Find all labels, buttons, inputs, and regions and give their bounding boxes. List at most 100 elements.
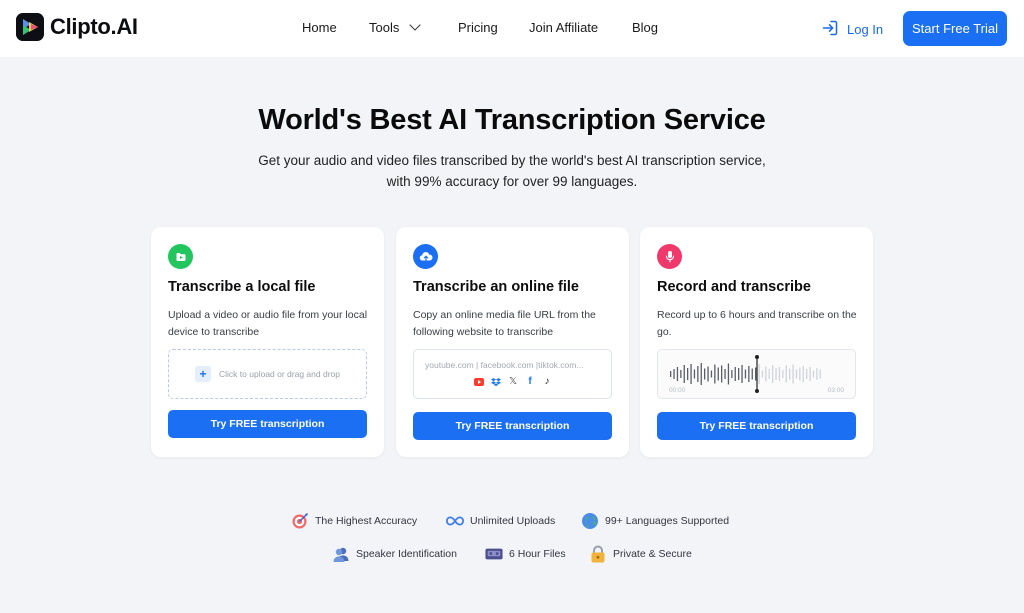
subtitle-line-2: with 99% accuracy for over 99 languages. <box>386 174 638 189</box>
file-dropzone[interactable]: + Click to upload or drag and drop <box>168 349 367 399</box>
tiktok-icon: ♪ <box>544 376 550 387</box>
waveform-bar <box>792 364 794 384</box>
waveform-bar <box>673 369 675 379</box>
waveform-bar <box>731 370 733 378</box>
nav-home[interactable]: Home <box>302 20 337 35</box>
card-online-file: Transcribe an online file Copy an online… <box>396 227 629 457</box>
subtitle-line-1: Get your audio and video files transcrib… <box>258 153 766 168</box>
speaker-icon <box>332 545 350 563</box>
waveform-bar <box>789 368 791 380</box>
waveform-bar <box>751 368 753 380</box>
waveform-bar <box>734 367 736 381</box>
cloud-upload-icon <box>413 244 438 269</box>
feature-private-secure: Private & Secure <box>589 545 692 563</box>
page-subtitle: Get your audio and video files transcrib… <box>0 150 1024 192</box>
nav-tools[interactable]: Tools <box>369 19 422 35</box>
waveform-bar <box>683 365 685 383</box>
folder-icon <box>168 244 193 269</box>
infinity-icon <box>446 512 464 530</box>
waveform-bar <box>755 367 757 381</box>
tape-icon <box>485 545 503 563</box>
card-description: Upload a video or audio file from your l… <box>168 309 368 338</box>
dropbox-icon <box>491 377 501 387</box>
try-free-transcription-button[interactable]: Try FREE transcription <box>657 412 856 440</box>
feature-label: Private & Secure <box>613 548 692 560</box>
waveform-bar <box>714 364 716 384</box>
feature-speaker-id: Speaker Identification <box>332 545 457 563</box>
feature-label: The Highest Accuracy <box>315 515 418 527</box>
time-start: 00:00 <box>669 387 686 394</box>
globe-icon <box>581 512 599 530</box>
waveform-bar <box>772 365 774 383</box>
waveform-graphic <box>670 355 821 393</box>
waveform-bar <box>765 366 767 382</box>
waveform-bar <box>812 370 815 378</box>
waveform-bar <box>806 369 808 379</box>
supported-sites: 𝕏 f ♪ <box>474 377 552 387</box>
waveform-bar <box>799 367 801 381</box>
url-input[interactable]: youtube.com | facebook.com |tiktok.com..… <box>413 349 612 399</box>
waveform-bar <box>670 371 672 377</box>
try-free-transcription-button[interactable]: Try FREE transcription <box>413 412 612 440</box>
feature-accuracy: The Highest Accuracy <box>291 512 417 530</box>
waveform-bar <box>809 367 811 381</box>
waveform-bar <box>748 366 750 382</box>
top-navbar: Clipto.AI Home Tools Pricing Join Affili… <box>0 0 1024 57</box>
waveform-bar <box>704 368 706 380</box>
playhead-handle <box>755 389 759 393</box>
microphone-icon <box>657 244 682 269</box>
dropzone-label: Click to upload or drag and drop <box>219 369 340 379</box>
page-title: World's Best AI Transcription Service <box>258 104 766 136</box>
waveform-bar <box>816 368 818 380</box>
card-title: Record and transcribe <box>657 279 811 295</box>
feature-label: 99+ Languages Supported <box>605 515 730 527</box>
waveform-bar <box>761 370 764 378</box>
url-placeholder: youtube.com | facebook.com |tiktok.com..… <box>425 360 584 370</box>
nav-pricing[interactable]: Pricing <box>458 20 498 35</box>
waveform-bar <box>690 364 692 384</box>
feature-6-hour-files: 6 Hour Files <box>485 545 566 563</box>
nav-join-affiliate[interactable]: Join Affiliate <box>529 20 598 35</box>
waveform-bar <box>775 368 777 380</box>
waveform-bar <box>676 367 679 381</box>
card-local-file: Transcribe a local file Upload a video o… <box>151 227 384 457</box>
waveform-bar <box>802 366 804 382</box>
card-title: Transcribe a local file <box>168 279 316 295</box>
waveform-bar <box>795 369 798 379</box>
lock-icon <box>589 545 607 563</box>
feature-label: Speaker Identification <box>356 548 457 560</box>
plus-icon: + <box>195 366 212 382</box>
waveform-bar <box>687 368 689 380</box>
brand-name: Clipto.AI <box>50 14 138 39</box>
nav-tools-label: Tools <box>369 20 400 35</box>
login-icon <box>821 19 839 40</box>
nav-blog[interactable]: Blog <box>632 20 658 35</box>
card-description: Record up to 6 hours and transcribe on t… <box>657 309 857 338</box>
waveform-bar <box>724 369 726 379</box>
logo[interactable]: Clipto.AI <box>16 13 138 41</box>
card-description: Copy an online media file URL from the f… <box>413 309 596 338</box>
try-free-transcription-button[interactable]: Try FREE transcription <box>168 410 367 438</box>
card-record: Record and transcribe Record up to 6 hou… <box>640 227 873 457</box>
x-icon: 𝕏 <box>508 376 518 387</box>
waveform-bar <box>700 363 702 385</box>
login-link[interactable]: Log In <box>821 19 883 40</box>
card-title: Transcribe an online file <box>413 279 579 295</box>
waveform-bar <box>782 370 784 378</box>
playhead-handle <box>755 355 759 359</box>
login-label: Log In <box>847 22 884 37</box>
waveform-bar <box>778 367 781 381</box>
waveform-bar <box>758 364 760 384</box>
waveform-bar <box>721 365 723 383</box>
waveform-bar <box>680 370 682 378</box>
waveform-bar <box>727 363 730 385</box>
waveform-bar <box>693 369 696 379</box>
waveform-bar <box>768 369 770 379</box>
feature-label: Unlimited Uploads <box>470 515 556 527</box>
chevron-down-icon <box>409 19 422 31</box>
start-free-trial-button[interactable]: Start Free Trial <box>903 11 1007 46</box>
waveform-bar <box>707 366 709 382</box>
waveform-bar <box>697 366 699 382</box>
recording-waveform: 00:00 03:00 <box>657 349 856 399</box>
feature-label: 6 Hour Files <box>509 548 566 560</box>
